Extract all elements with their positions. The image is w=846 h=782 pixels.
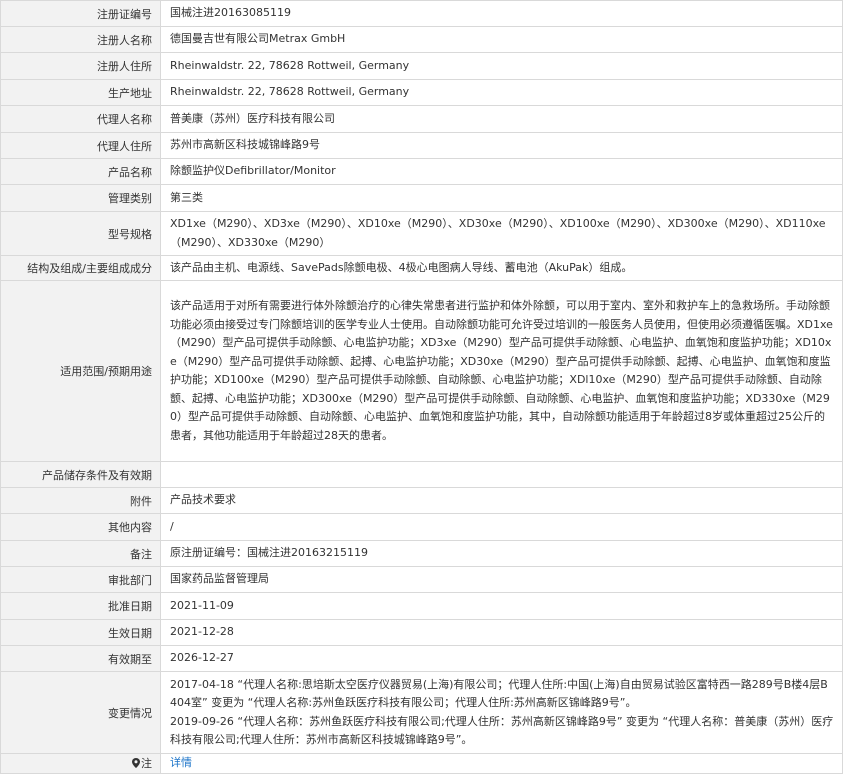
row-agent-name: 代理人名称 普美康（苏州）医疗科技有限公司 xyxy=(0,105,843,133)
map-pin-icon xyxy=(132,758,140,769)
label-registrant-name: 注册人名称 xyxy=(0,26,161,53)
row-production-address: 生产地址 Rheinwaldstr. 22, 78628 Rottweil, G… xyxy=(0,79,843,106)
value-registrant-name: 德国曼吉世有限公司Metrax GmbH xyxy=(160,26,843,53)
label-approval-date: 批准日期 xyxy=(0,592,161,620)
value-production-address: Rheinwaldstr. 22, 78628 Rottweil, German… xyxy=(160,79,843,106)
value-registrant-address: Rheinwaldstr. 22, 78628 Rottweil, German… xyxy=(160,52,843,80)
value-effective-date: 2021-12-28 xyxy=(160,619,843,646)
row-note: 注 详情 xyxy=(0,753,843,774)
row-approval-department: 审批部门 国家药品监督管理局 xyxy=(0,566,843,593)
row-change-history: 变更情况 2017-04-18 “代理人名称:思培斯太空医疗仪器贸易(上海)有限… xyxy=(0,671,843,754)
label-storage-conditions: 产品储存条件及有效期 xyxy=(0,461,161,488)
row-attachments: 附件 产品技术要求 xyxy=(0,487,843,514)
row-expiry-date: 有效期至 2026-12-27 xyxy=(0,645,843,672)
label-structure-composition: 结构及组成/主要组成成分 xyxy=(0,255,161,281)
label-model-specification: 型号规格 xyxy=(0,211,161,256)
label-intended-use: 适用范围/预期用途 xyxy=(0,280,161,462)
row-management-category: 管理类别 第三类 xyxy=(0,184,843,212)
value-product-name: 除颤监护仪Defibrillator/Monitor xyxy=(160,158,843,185)
label-registrant-address: 注册人住所 xyxy=(0,52,161,80)
row-model-specification: 型号规格 XD1xe（M290）、XD3xe（M290）、XD10xe（M290… xyxy=(0,211,843,256)
value-approval-date: 2021-11-09 xyxy=(160,592,843,620)
row-effective-date: 生效日期 2021-12-28 xyxy=(0,619,843,646)
label-approval-department: 审批部门 xyxy=(0,566,161,593)
change-entry: 2017-04-18 “代理人名称:思培斯太空医疗仪器贸易(上海)有限公司；代理… xyxy=(170,677,828,710)
value-structure-composition: 该产品由主机、电源线、SavePads除颤电极、4极心电图病人导线、蓄电池（Ak… xyxy=(160,255,843,281)
label-production-address: 生产地址 xyxy=(0,79,161,106)
label-product-name: 产品名称 xyxy=(0,158,161,185)
value-expiry-date: 2026-12-27 xyxy=(160,645,843,672)
label-expiry-date: 有效期至 xyxy=(0,645,161,672)
value-attachments: 产品技术要求 xyxy=(160,487,843,514)
row-registration-number: 注册证编号 国械注进20163085119 xyxy=(0,0,843,27)
row-agent-address: 代理人住所 苏州市高新区科技城锦峰路9号 xyxy=(0,132,843,159)
label-effective-date: 生效日期 xyxy=(0,619,161,646)
value-registration-number: 国械注进20163085119 xyxy=(160,0,843,27)
row-remarks: 备注 原注册证编号：国械注进20163215119 xyxy=(0,540,843,567)
label-other-content: 其他内容 xyxy=(0,513,161,541)
row-approval-date: 批准日期 2021-11-09 xyxy=(0,592,843,620)
row-intended-use: 适用范围/预期用途 该产品适用于对所有需要进行体外除颤治疗的心律失常患者进行监护… xyxy=(0,280,843,462)
row-product-name: 产品名称 除颤监护仪Defibrillator/Monitor xyxy=(0,158,843,185)
value-management-category: 第三类 xyxy=(160,184,843,212)
label-attachments: 附件 xyxy=(0,487,161,514)
value-storage-conditions xyxy=(160,461,843,488)
value-agent-address: 苏州市高新区科技城锦峰路9号 xyxy=(160,132,843,159)
label-remarks: 备注 xyxy=(0,540,161,567)
value-agent-name: 普美康（苏州）医疗科技有限公司 xyxy=(160,105,843,133)
note-label: 注 xyxy=(141,757,152,771)
label-change-history: 变更情况 xyxy=(0,671,161,754)
label-management-category: 管理类别 xyxy=(0,184,161,212)
registration-detail-table: 注册证编号 国械注进20163085119 注册人名称 德国曼吉世有限公司Met… xyxy=(0,0,843,774)
row-structure-composition: 结构及组成/主要组成成分 该产品由主机、电源线、SavePads除颤电极、4极心… xyxy=(0,255,843,281)
label-agent-address: 代理人住所 xyxy=(0,132,161,159)
value-change-history: 2017-04-18 “代理人名称:思培斯太空医疗仪器贸易(上海)有限公司；代理… xyxy=(160,671,843,754)
row-registrant-address: 注册人住所 Rheinwaldstr. 22, 78628 Rottweil, … xyxy=(0,52,843,80)
details-link[interactable]: 详情 xyxy=(170,756,192,769)
change-entry: 2019-09-26 “代理人名称：苏州鱼跃医疗科技有限公司;代理人住所：苏州高… xyxy=(170,714,834,747)
value-note: 详情 xyxy=(160,753,843,774)
row-storage-conditions: 产品储存条件及有效期 xyxy=(0,461,843,488)
label-registration-number: 注册证编号 xyxy=(0,0,161,27)
value-intended-use: 该产品适用于对所有需要进行体外除颤治疗的心律失常患者进行监护和体外除颤，可以用于… xyxy=(160,280,843,462)
value-other-content: / xyxy=(160,513,843,541)
row-registrant-name: 注册人名称 德国曼吉世有限公司Metrax GmbH xyxy=(0,26,843,53)
value-approval-department: 国家药品监督管理局 xyxy=(160,566,843,593)
label-agent-name: 代理人名称 xyxy=(0,105,161,133)
value-model-specification: XD1xe（M290）、XD3xe（M290）、XD10xe（M290）、XD3… xyxy=(160,211,843,256)
value-remarks: 原注册证编号：国械注进20163215119 xyxy=(160,540,843,567)
row-other-content: 其他内容 / xyxy=(0,513,843,541)
label-note: 注 xyxy=(0,753,161,774)
